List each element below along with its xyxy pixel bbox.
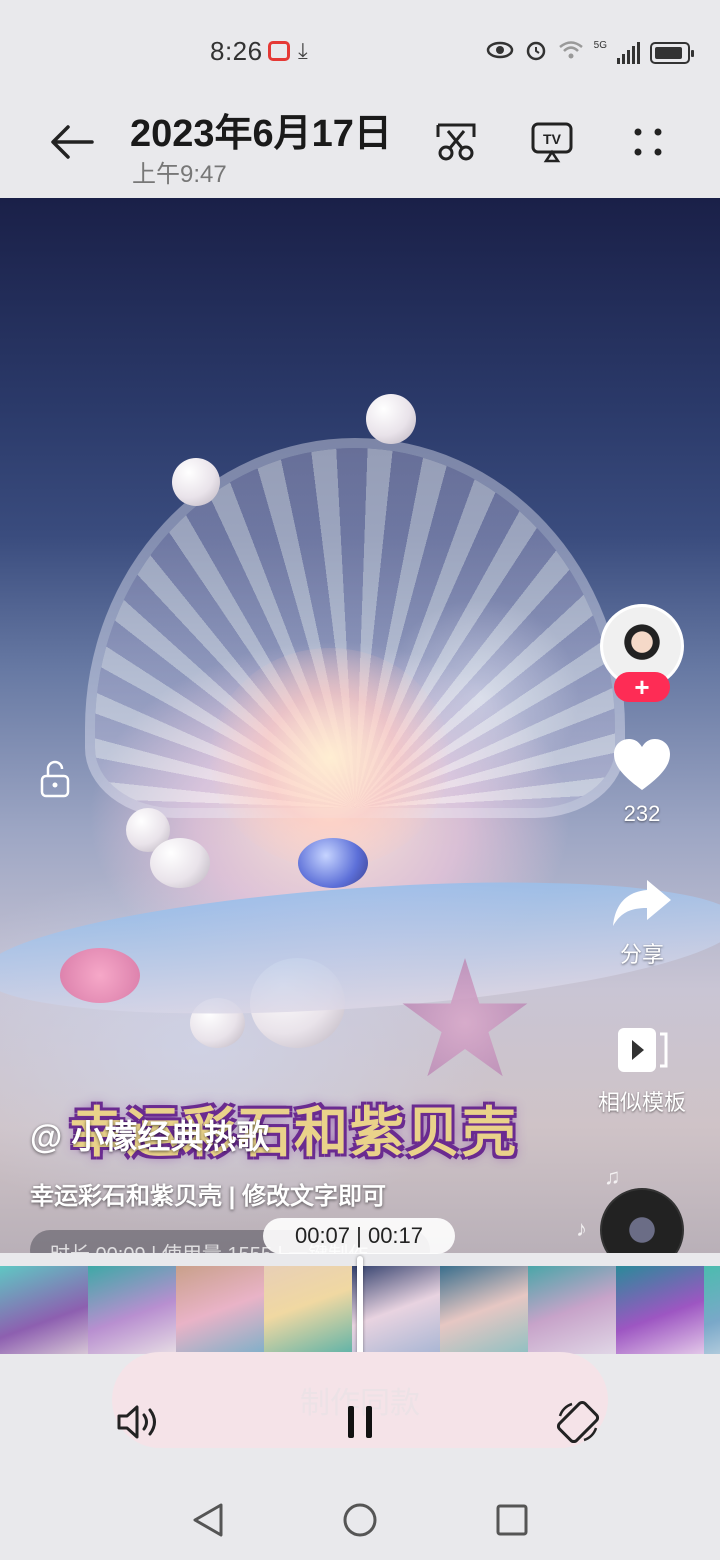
nav-home-icon (343, 1503, 377, 1537)
music-note-icon: ♫ (604, 1164, 621, 1189)
nav-back-icon (193, 1503, 223, 1537)
download-icon: ⤓ (298, 38, 308, 63)
time-display: 00:07 | 00:17 (263, 1218, 455, 1254)
filmstrip-frame (176, 1266, 264, 1354)
alarm-icon (524, 38, 548, 68)
unlock-icon (40, 760, 70, 798)
lock-button[interactable] (36, 758, 76, 798)
rotate-screen-icon (556, 1400, 600, 1444)
template-icon (618, 1028, 668, 1072)
nav-home-button[interactable] (338, 1498, 382, 1542)
video-frame-pink-shell (60, 948, 140, 1003)
tv-cast-icon: TV (531, 122, 573, 163)
network-type: 5G (593, 39, 607, 51)
volume-button[interactable] (112, 1394, 168, 1450)
share-label: 分享 (619, 942, 664, 967)
author-name[interactable]: @ 小檬经典热歌 (30, 1110, 269, 1158)
video-frame-glow (210, 648, 450, 868)
filmstrip-frame (0, 1266, 88, 1354)
header: 2023年6月17日 上午9:47 TV (0, 100, 720, 198)
template-label: 相似模板 (597, 1090, 686, 1115)
rotate-button[interactable] (550, 1394, 606, 1450)
video-frame-gem (298, 838, 368, 888)
signal-icon (617, 42, 640, 64)
video-player[interactable]: + 232 分享 相似模板 ♫ ♪ 幸运彩石和紫贝壳 @ 小檬经典热歌 幸运彩石… (0, 198, 720, 1253)
system-nav-bar (0, 1470, 720, 1560)
back-button[interactable] (40, 110, 104, 174)
eye-icon (486, 40, 514, 66)
page-subtitle-time: 上午9:47 (132, 161, 227, 188)
heart-icon (614, 739, 670, 790)
filmstrip-frame (616, 1266, 704, 1354)
page-title: 2023年6月17日 (130, 113, 392, 155)
cast-button[interactable]: TV (528, 118, 576, 166)
filmstrip-frame (264, 1266, 352, 1354)
playhead[interactable] (357, 1256, 363, 1364)
status-time: 8:26 (210, 36, 263, 66)
like-button[interactable]: 232 (587, 738, 697, 827)
pause-icon (348, 1406, 372, 1438)
more-button[interactable] (624, 118, 672, 166)
filmstrip-frame (352, 1266, 440, 1354)
status-bar: 8:26 ⤓ 5G (0, 0, 720, 100)
nav-back-button[interactable] (186, 1498, 230, 1542)
filmstrip-frame (704, 1266, 720, 1354)
music-disc[interactable] (600, 1188, 684, 1253)
follow-button[interactable]: + (614, 672, 670, 702)
share-arrow-icon (613, 880, 671, 926)
status-icons: 5G (486, 38, 694, 68)
notification-app-icon (268, 41, 290, 61)
svg-text:TV: TV (543, 131, 562, 147)
more-icon (634, 128, 662, 156)
likes-count: 232 (623, 801, 661, 826)
share-button[interactable]: 分享 (587, 878, 697, 969)
nav-recents-button[interactable] (490, 1498, 534, 1542)
back-arrow-icon (51, 125, 94, 159)
filmstrip-frame (528, 1266, 616, 1354)
video-description: 幸运彩石和紫贝壳 | 修改文字即可 (30, 1183, 387, 1210)
music-note-icon: ♪ (576, 1216, 587, 1241)
filmstrip-frame (88, 1266, 176, 1354)
wifi-icon (558, 40, 584, 66)
clip-button[interactable] (432, 118, 480, 166)
volume-icon (117, 1405, 156, 1439)
video-frame-pearl (366, 394, 416, 444)
scissors-icon (436, 123, 476, 161)
similar-template-button[interactable]: 相似模板 (587, 1024, 697, 1117)
battery-icon (650, 42, 694, 64)
video-frame-pearl (150, 838, 210, 888)
nav-recents-icon (496, 1504, 528, 1536)
filmstrip-frame (440, 1266, 528, 1354)
pause-button[interactable] (332, 1394, 388, 1450)
video-frame-pearl (172, 458, 220, 506)
